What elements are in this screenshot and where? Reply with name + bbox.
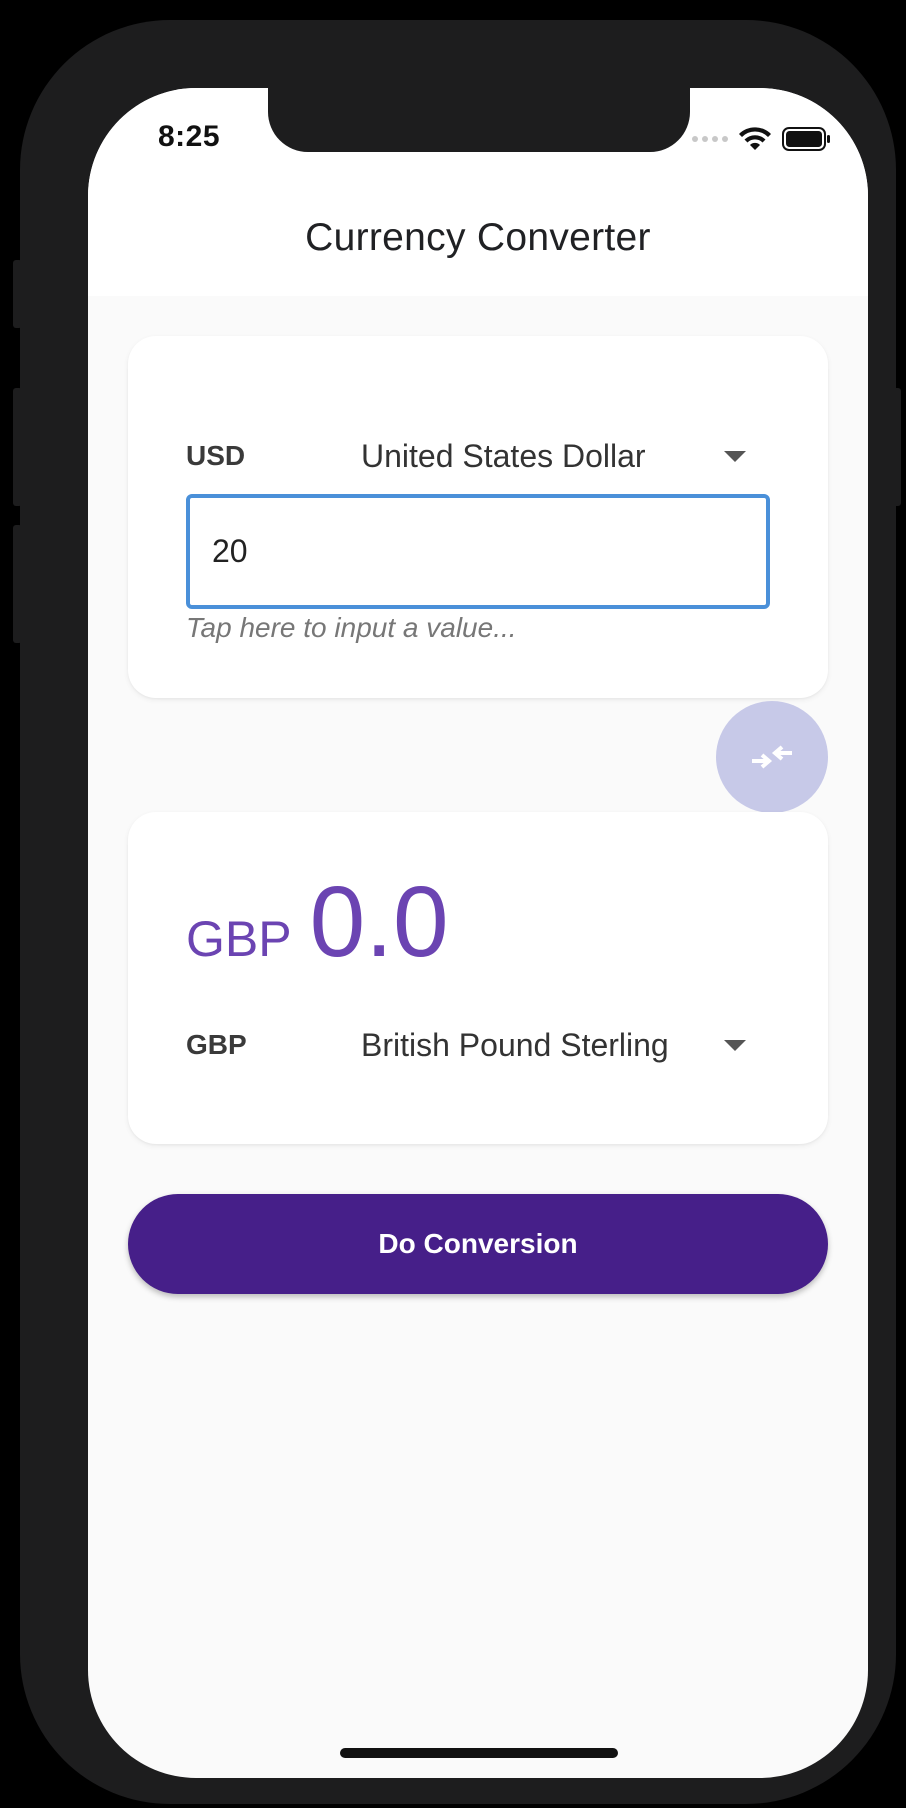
status-time: 8:25 [158, 120, 221, 153]
from-currency-name: United States Dollar [361, 437, 646, 474]
to-currency-name: British Pound Sterling [361, 1026, 669, 1063]
chevron-down-icon [724, 450, 746, 462]
home-indicator [340, 1748, 618, 1758]
to-currency-code: GBP [186, 1029, 247, 1060]
swap-currencies-button[interactable] [716, 701, 828, 813]
swap-arrows-icon [752, 745, 792, 769]
to-currency-card: GBP 0.0 GBP British Pound Sterling [128, 812, 828, 1144]
result-value: 0.0 [309, 866, 449, 978]
from-currency-selector[interactable]: USD United States Dollar [186, 431, 756, 481]
battery-icon [782, 127, 830, 151]
from-currency-card: USD United States Dollar Tap here to inp… [128, 336, 828, 698]
page-title: Currency Converter [305, 216, 651, 259]
to-currency-selector[interactable]: GBP British Pound Sterling [186, 1020, 756, 1070]
from-currency-code: USD [186, 440, 246, 471]
wifi-icon [739, 127, 771, 150]
app-screen: Currency Converter 8:25 USD United State [88, 88, 868, 1778]
phone-frame: Currency Converter 8:25 USD United State [20, 20, 896, 1804]
conversion-result: GBP 0.0 [186, 872, 449, 972]
chevron-down-icon [724, 1039, 746, 1051]
do-conversion-button[interactable]: Do Conversion [128, 1194, 828, 1294]
amount-input[interactable] [186, 494, 770, 609]
device-notch [268, 88, 690, 152]
amount-hint: Tap here to input a value... [186, 612, 517, 643]
result-currency-code: GBP [186, 911, 292, 967]
status-icons [692, 124, 832, 154]
signal-icon [692, 136, 728, 142]
